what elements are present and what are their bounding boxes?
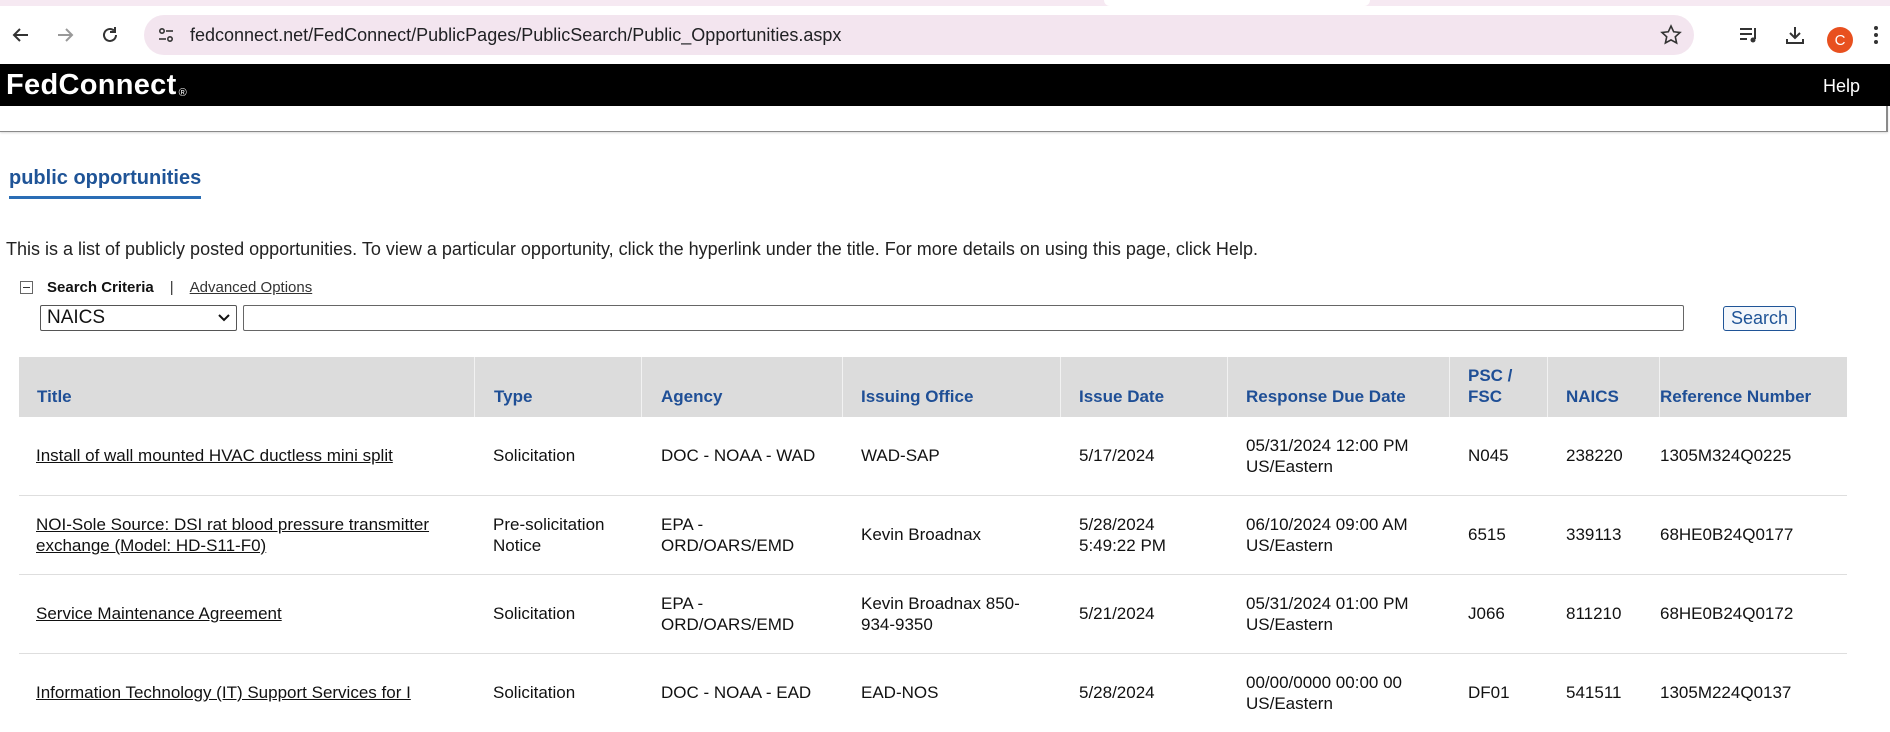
psc-fsc-cell: 6515 (1468, 525, 1506, 544)
collapse-toggle-icon[interactable] (20, 281, 33, 294)
col-header-issue-date[interactable]: Issue Date (1079, 386, 1164, 407)
help-link[interactable]: Help (1823, 76, 1860, 97)
col-divider (1227, 357, 1228, 417)
col-header-type[interactable]: Type (494, 386, 532, 407)
search-field-selected-value: NAICS (47, 307, 106, 328)
type-cell: Pre-solicitation Notice (493, 515, 605, 555)
opportunity-title-link[interactable]: Install of wall mounted HVAC ductless mi… (36, 446, 393, 465)
col-divider (474, 357, 475, 417)
col-header-title[interactable]: Title (37, 386, 72, 407)
url-text[interactable]: fedconnect.net/FedConnect/PublicPages/Pu… (190, 25, 841, 46)
col-header-naics[interactable]: NAICS (1566, 386, 1619, 407)
col-header-agency[interactable]: Agency (661, 386, 722, 407)
issuing-office-cell: EAD-NOS (861, 683, 939, 702)
search-criteria-bar: Search Criteria | Advanced Options (20, 279, 312, 296)
opportunity-title-link[interactable]: Information Technology (IT) Support Serv… (36, 683, 411, 702)
fedconnect-logo[interactable]: FedConnect ® (6, 69, 187, 102)
type-cell: Solicitation (493, 446, 576, 465)
agency-cell: DOC - NOAA - WAD (661, 446, 816, 465)
search-criteria-label: Search Criteria (47, 279, 154, 296)
issue-date-cell: 5/21/2024 (1079, 604, 1155, 623)
response-due-date-cell: 06/10/2024 09:00 AM US/Eastern (1246, 515, 1408, 555)
agency-cell: EPA - ORD/OARS/EMD (661, 594, 795, 634)
reference-number-cell: 68HE0B24Q0177 (1660, 525, 1794, 544)
col-header-issuing-office[interactable]: Issuing Office (861, 386, 973, 407)
response-due-date-cell: 05/31/2024 12:00 PM US/Eastern (1246, 436, 1409, 476)
issuing-office-cell: Kevin Broadnax (861, 525, 982, 544)
opportunity-title-link[interactable]: NOI-Sole Source: DSI rat blood pressure … (36, 515, 429, 555)
type-cell: Solicitation (493, 683, 576, 702)
opportunity-title-link[interactable]: Service Maintenance Agreement (36, 604, 282, 623)
naics-cell: 339113 (1566, 525, 1622, 544)
back-button[interactable] (6, 20, 36, 50)
col-divider (641, 357, 642, 417)
response-due-date-cell: 00/00/0000 00:00 00 US/Eastern (1246, 673, 1402, 713)
psc-fsc-cell: N045 (1468, 446, 1509, 465)
issue-date-cell: 5/17/2024 (1079, 446, 1155, 465)
table-row: NOI-Sole Source: DSI rat blood pressure … (19, 496, 1847, 575)
reference-number-cell: 1305M224Q0137 (1660, 683, 1792, 702)
opportunity-title[interactable]: Service Maintenance Agreement (36, 603, 456, 624)
search-field-select[interactable]: NAICS (40, 305, 237, 331)
col-header-reference-number[interactable]: Reference Number (1660, 386, 1811, 407)
opportunities-table: Title Type Agency Issuing Office Issue D… (19, 357, 1847, 732)
download-icon[interactable] (1780, 20, 1810, 50)
intro-text: This is a list of publicly posted opport… (6, 239, 1258, 259)
response-due-date-cell: 05/31/2024 01:00 PM US/Eastern (1246, 594, 1409, 634)
col-divider (1449, 357, 1450, 417)
table-row: Service Maintenance Agreement Solicitati… (19, 575, 1847, 654)
logo-text: FedConnect (6, 69, 177, 101)
reload-icon (103, 27, 117, 42)
site-info-icon[interactable] (154, 23, 178, 47)
naics-cell: 541511 (1566, 683, 1622, 702)
advanced-options-link[interactable]: Advanced Options (190, 279, 313, 296)
col-header-response-due-date[interactable]: Response Due Date (1246, 386, 1406, 407)
criteria-separator: | (169, 279, 174, 296)
reference-number-cell: 1305M324Q0225 (1660, 446, 1792, 465)
logo-registered-mark: ® (178, 87, 187, 99)
issuing-office-cell: Kevin Broadnax 850-934-9350 (861, 594, 1020, 634)
table-row: Information Technology (IT) Support Serv… (19, 654, 1847, 732)
col-divider (842, 357, 843, 417)
media-queue-icon[interactable] (1734, 20, 1764, 50)
col-divider (1060, 357, 1061, 417)
bookmark-star-icon[interactable] (1658, 22, 1684, 48)
issuing-office-cell: WAD-SAP (861, 446, 940, 465)
table-header: Title Type Agency Issuing Office Issue D… (19, 357, 1847, 417)
profile-avatar[interactable]: C (1827, 27, 1853, 53)
arrow-left-icon (12, 28, 28, 42)
address-bar[interactable]: fedconnect.net/FedConnect/PublicPages/Pu… (144, 15, 1694, 55)
issue-date-cell: 5/28/2024 5:49:22 PM (1079, 515, 1166, 555)
col-header-psc-fsc[interactable]: PSC / FSC (1468, 365, 1526, 407)
col-divider (1547, 357, 1548, 417)
site-header: FedConnect ® Help (0, 64, 1890, 106)
naics-cell: 238220 (1566, 446, 1623, 465)
naics-cell: 811210 (1566, 604, 1622, 623)
header-subbar (0, 106, 1888, 132)
agency-cell: EPA - ORD/OARS/EMD (661, 515, 795, 555)
type-cell: Solicitation (493, 604, 576, 623)
opportunity-title[interactable]: Install of wall mounted HVAC ductless mi… (36, 445, 456, 466)
browser-toolbar: fedconnect.net/FedConnect/PublicPages/Pu… (0, 6, 1890, 64)
chevron-down-icon (218, 314, 230, 322)
psc-fsc-cell: DF01 (1468, 683, 1510, 702)
psc-fsc-cell: J066 (1468, 604, 1505, 623)
agency-cell: DOC - NOAA - EAD (661, 683, 812, 702)
page-title: public opportunities (9, 167, 202, 199)
issue-date-cell: 5/28/2024 (1079, 683, 1155, 702)
arrow-right-icon (58, 28, 74, 42)
browser-menu-icon[interactable] (1868, 20, 1884, 50)
search-button[interactable]: Search (1723, 306, 1796, 331)
reload-button[interactable] (95, 20, 125, 50)
reference-number-cell: 68HE0B24Q0172 (1660, 604, 1794, 623)
search-input[interactable] (243, 305, 1684, 331)
opportunity-title[interactable]: Information Technology (IT) Support Serv… (36, 682, 476, 703)
opportunity-title[interactable]: NOI-Sole Source: DSI rat blood pressure … (36, 514, 456, 556)
forward-button[interactable] (50, 20, 80, 50)
table-row: Install of wall mounted HVAC ductless mi… (19, 417, 1847, 496)
